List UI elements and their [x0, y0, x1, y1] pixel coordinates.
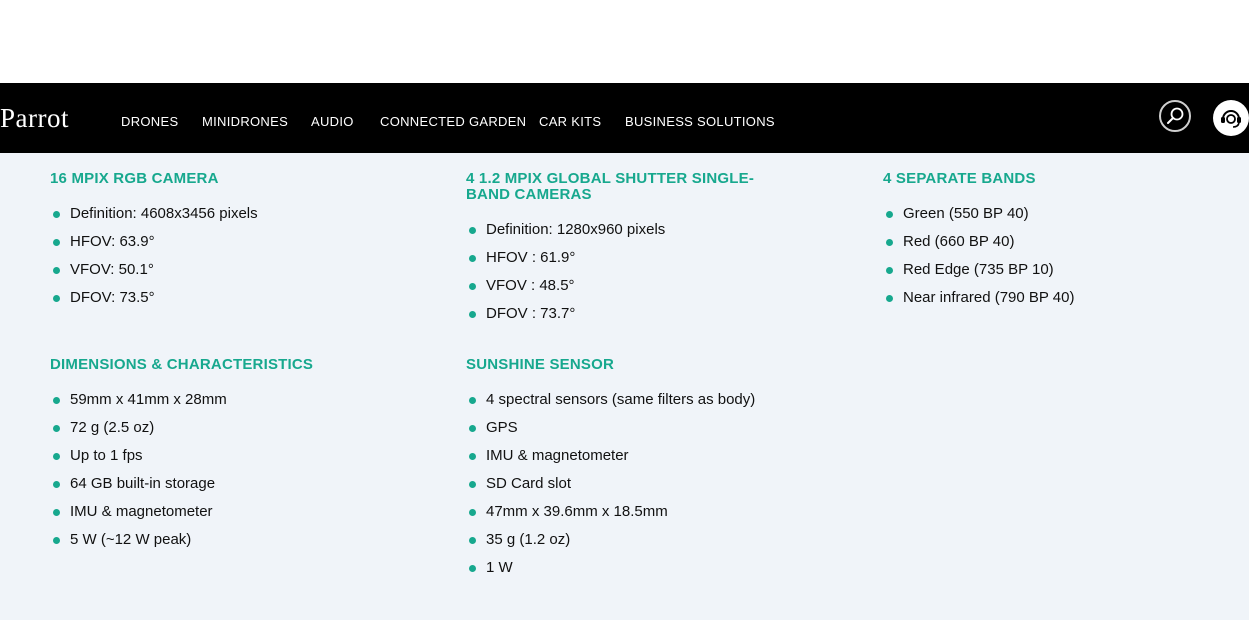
spec-list: Definition: 4608x3456 pixels HFOV: 63.9°… [50, 205, 370, 317]
nav-link-minidrones[interactable]: MINIDRONES [202, 114, 288, 129]
spec-item: 72 g (2.5 oz) [50, 419, 370, 447]
spec-item: HFOV : 61.9° [466, 249, 766, 277]
top-banner [0, 0, 1249, 83]
spec-item: Green (550 BP 40) [883, 205, 1203, 233]
nav-link-business-solutions[interactable]: BUSINESS SOLUTIONS [625, 114, 775, 129]
spec-title: DIMENSIONS & CHARACTERISTICS [50, 356, 314, 373]
specifications-section: 16 MPIX RGB CAMERA Definition: 4608x3456… [0, 153, 1249, 620]
spec-item: 35 g (1.2 oz) [466, 531, 806, 559]
support-button[interactable] [1213, 100, 1249, 136]
nav-link-connected-garden[interactable]: CONNECTED GARDEN [380, 114, 526, 129]
headset-support-icon [1221, 110, 1241, 128]
spec-item: HFOV: 63.9° [50, 233, 370, 261]
spec-list: Green (550 BP 40) Red (660 BP 40) Red Ed… [883, 205, 1203, 317]
spec-item: Up to 1 fps [50, 447, 370, 475]
spec-item: Definition: 1280x960 pixels [466, 221, 766, 249]
spec-title: 4 1.2 MPIX GLOBAL SHUTTER SINGLE-BAND CA… [466, 170, 755, 203]
search-icon [1167, 107, 1184, 124]
spec-item: Red Edge (735 BP 10) [883, 261, 1203, 289]
search-button[interactable] [1159, 100, 1191, 132]
spec-item: 5 W (~12 W peak) [50, 531, 370, 559]
spec-item: 4 spectral sensors (same filters as body… [466, 391, 806, 419]
spec-list: 4 spectral sensors (same filters as body… [466, 391, 806, 587]
spec-item: 59mm x 41mm x 28mm [50, 391, 370, 419]
spec-item: VFOV: 50.1° [50, 261, 370, 289]
spec-item: GPS [466, 419, 806, 447]
spec-item: Near infrared (790 BP 40) [883, 289, 1203, 317]
parrot-logo[interactable]: Parrot [0, 103, 69, 134]
spec-item: DFOV : 73.7° [466, 305, 766, 333]
spec-item: 1 W [466, 559, 806, 587]
spec-title: 4 SEPARATE BANDS [883, 170, 1036, 187]
spec-item: DFOV: 73.5° [50, 289, 370, 317]
nav-link-audio[interactable]: AUDIO [311, 114, 354, 129]
spec-item: SD Card slot [466, 475, 806, 503]
main-navbar: Parrot DRONES MINIDRONES AUDIO CONNECTED… [0, 83, 1249, 153]
spec-list: Definition: 1280x960 pixels HFOV : 61.9°… [466, 221, 766, 333]
spec-separate-bands: 4 SEPARATE BANDS Green (550 BP 40) Red (… [883, 171, 1203, 317]
spec-rgb-camera: 16 MPIX RGB CAMERA Definition: 4608x3456… [50, 171, 370, 317]
spec-item: 64 GB built-in storage [50, 475, 370, 503]
spec-item: Red (660 BP 40) [883, 233, 1203, 261]
spec-title: 16 MPIX RGB CAMERA [50, 170, 219, 187]
spec-sunshine-sensor: SUNSHINE SENSOR 4 spectral sensors (same… [466, 357, 806, 587]
spec-item: VFOV : 48.5° [466, 277, 766, 305]
spec-item: 47mm x 39.6mm x 18.5mm [466, 503, 806, 531]
spec-item: Definition: 4608x3456 pixels [50, 205, 370, 233]
spec-list: 59mm x 41mm x 28mm 72 g (2.5 oz) Up to 1… [50, 391, 370, 559]
nav-link-drones[interactable]: DRONES [121, 114, 178, 129]
nav-link-car-kits[interactable]: CAR KITS [539, 114, 601, 129]
spec-single-band-cameras: 4 1.2 MPIX GLOBAL SHUTTER SINGLE-BAND CA… [466, 171, 766, 333]
spec-item: IMU & magnetometer [466, 447, 806, 475]
spec-title: SUNSHINE SENSOR [466, 356, 615, 373]
spec-dimensions-characteristics: DIMENSIONS & CHARACTERISTICS 59mm x 41mm… [50, 357, 370, 559]
spec-item: IMU & magnetometer [50, 503, 370, 531]
